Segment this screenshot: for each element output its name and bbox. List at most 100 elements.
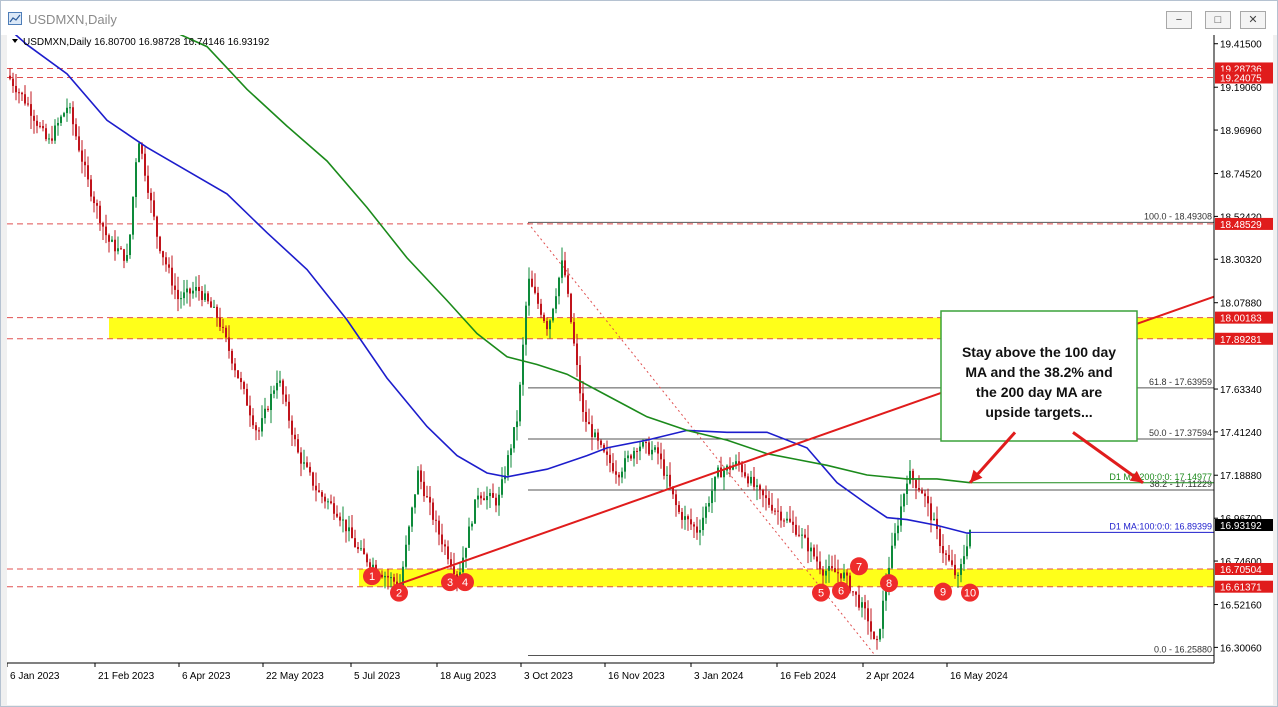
swing-marker-label: 6 <box>838 586 844 598</box>
candle-body <box>384 575 386 578</box>
candle-body <box>225 327 227 338</box>
close-button[interactable]: ✕ <box>1240 11 1266 29</box>
candle-body <box>30 104 32 116</box>
candle-body <box>771 504 773 511</box>
candle-body <box>519 384 521 422</box>
candle-body <box>228 337 230 351</box>
candle-body <box>279 380 281 384</box>
candle-body <box>474 499 476 524</box>
candle-body <box>390 577 392 579</box>
candle-body <box>798 534 800 536</box>
candle-body <box>63 113 65 117</box>
candle-body <box>66 107 68 114</box>
candle-body <box>714 476 716 491</box>
candle-body <box>219 317 221 327</box>
candle-body <box>357 546 359 550</box>
candle-body <box>585 411 587 422</box>
candle-body <box>567 275 569 294</box>
candle-body <box>9 75 11 79</box>
candle-body <box>411 507 413 527</box>
candle-body <box>24 94 26 104</box>
candle-body <box>117 248 119 252</box>
candle-body <box>690 519 692 525</box>
candle-body <box>807 537 809 552</box>
x-tick-label: 21 Feb 2023 <box>98 671 155 682</box>
candle-body <box>864 602 866 609</box>
candle-body <box>132 196 134 235</box>
candle-body <box>471 523 473 527</box>
candle-body <box>765 495 767 499</box>
candle-body <box>786 518 788 521</box>
candle-body <box>789 518 791 522</box>
candle-body <box>663 459 665 476</box>
candle-body <box>873 631 875 640</box>
candle-body <box>483 498 485 501</box>
candle-body <box>435 519 437 521</box>
candle-body <box>756 485 758 487</box>
candle-body <box>216 306 218 318</box>
candle-body <box>36 120 38 126</box>
candle-body <box>387 575 389 578</box>
candle-body <box>792 521 794 525</box>
candle-body <box>27 103 29 105</box>
candle-body <box>75 124 77 137</box>
swing-marker-label: 1 <box>369 571 375 583</box>
candle-body <box>480 495 482 499</box>
candle-body <box>198 286 200 292</box>
candle-body <box>345 519 347 532</box>
candle-body <box>159 236 161 252</box>
candle-body <box>327 501 329 503</box>
fib-level-label: 50.0 - 17.37594 <box>1149 428 1212 438</box>
candle-body <box>186 288 188 293</box>
candle-body <box>60 116 62 123</box>
swing-marker-label: 4 <box>462 577 468 589</box>
candle-body <box>114 239 116 252</box>
candle-body <box>918 487 920 491</box>
candle-body <box>18 92 20 94</box>
candle-body <box>222 326 224 328</box>
x-tick-label: 6 Jan 2023 <box>10 671 60 682</box>
fib-level-label: 61.8 - 17.63959 <box>1149 377 1212 387</box>
candle-body <box>624 458 626 472</box>
candle-body <box>894 533 896 546</box>
y-tick-label: 18.30320 <box>1220 255 1262 266</box>
candle-body <box>513 427 515 449</box>
price-chart[interactable]: 100.0 - 18.49308 61.8 - 17.63959 50.0 - 17… <box>7 35 1273 705</box>
y-tick-label: 19.19060 <box>1220 83 1262 94</box>
chart-window-icon <box>8 12 22 25</box>
candle-body <box>747 476 749 484</box>
candle-body <box>759 485 761 490</box>
support-zone <box>359 568 1214 587</box>
candle-body <box>819 561 821 570</box>
candle-body <box>552 308 554 321</box>
candle-body <box>102 222 104 227</box>
candle-body <box>675 494 677 506</box>
candle-body <box>783 520 785 522</box>
candle-body <box>468 526 470 548</box>
y-tick-label: 16.30060 <box>1220 643 1262 654</box>
candle-body <box>108 235 110 242</box>
candle-body <box>768 498 770 505</box>
candle-body <box>429 496 431 503</box>
candle-body <box>192 290 194 294</box>
candle-body <box>393 577 395 582</box>
candle-body <box>615 471 617 475</box>
candle-body <box>255 425 257 431</box>
candle-body <box>129 234 131 256</box>
fib-level-label: 0.0 - 16.25880 <box>1154 644 1212 654</box>
candle-body <box>708 503 710 507</box>
candle-body <box>813 547 815 557</box>
candle-body <box>420 470 422 482</box>
x-tick-label: 16 Feb 2024 <box>780 671 837 682</box>
candle-body <box>84 161 86 166</box>
candle-body <box>501 479 503 495</box>
candle-body <box>303 462 305 464</box>
candle-body <box>630 455 632 459</box>
price-label: 19.24075 <box>1220 73 1262 84</box>
candle-body <box>693 524 695 527</box>
candle-body <box>171 267 173 286</box>
maximize-button[interactable]: □ <box>1205 11 1231 29</box>
minimize-button[interactable]: − <box>1166 11 1192 29</box>
fib-level-label: 100.0 - 18.49308 <box>1144 211 1212 221</box>
candle-body <box>576 343 578 366</box>
